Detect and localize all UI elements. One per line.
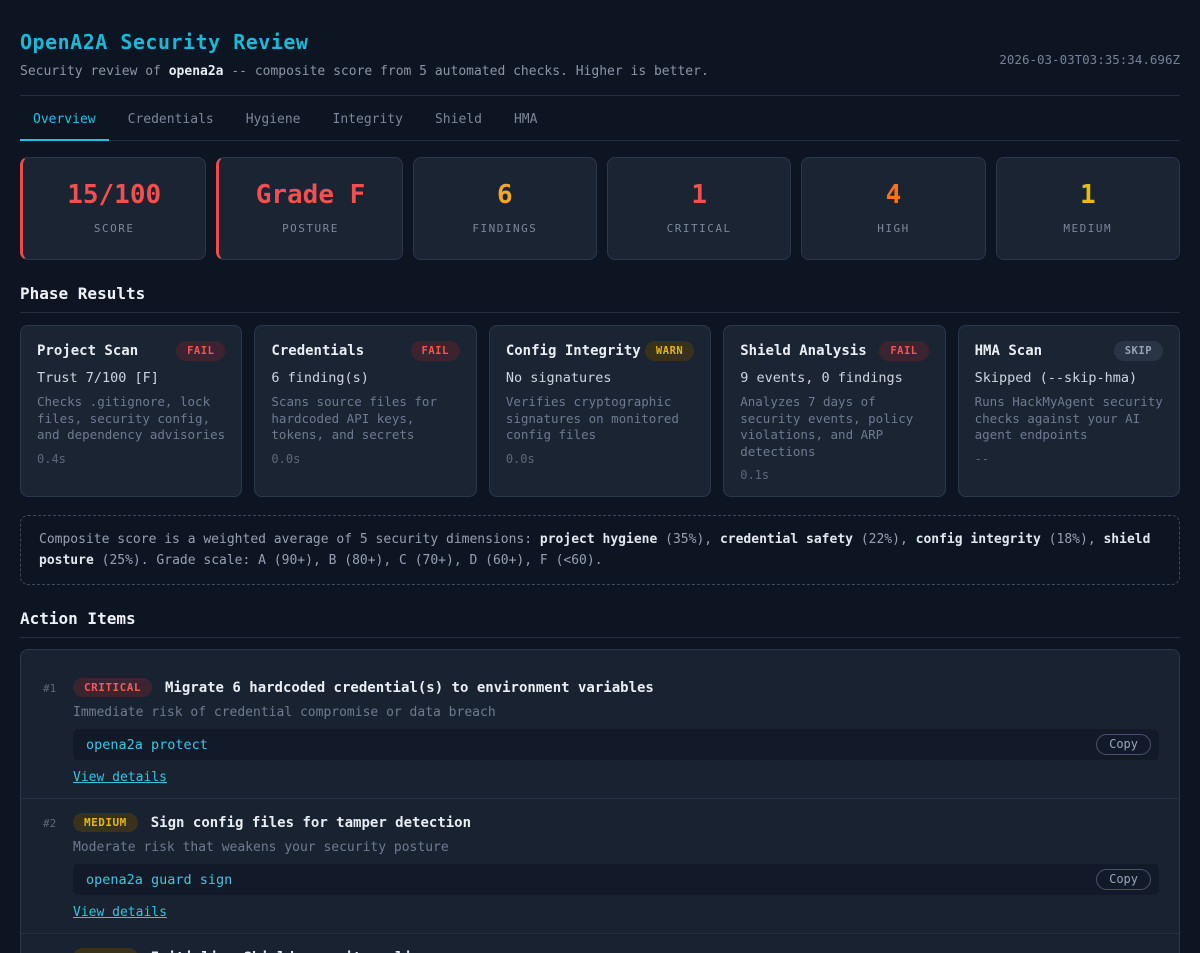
critical-card: 1 CRITICAL <box>607 157 791 260</box>
tab-credentials[interactable]: Credentials <box>115 96 227 141</box>
action-item-1: #1 CRITICAL Migrate 6 hardcoded credenti… <box>21 664 1179 798</box>
subtitle-prefix: Security review of <box>20 64 169 79</box>
view-details-link[interactable]: View details <box>73 770 167 785</box>
phase-value: 6 finding(s) <box>271 370 459 386</box>
phase-duration: 0.4s <box>37 452 225 466</box>
high-card: 4 HIGH <box>801 157 985 260</box>
phase-card-hma-scan: HMA Scan SKIP Skipped (--skip-hma) Runs … <box>958 325 1180 497</box>
phase-value: 9 events, 0 findings <box>740 370 928 386</box>
findings-value: 6 <box>424 180 586 210</box>
summary-cards-row: 15/100 SCORE Grade F POSTURE 6 FINDINGS … <box>20 157 1180 260</box>
header-text: OpenA2A Security Review Security review … <box>20 30 709 79</box>
posture-label: POSTURE <box>229 222 391 235</box>
status-badge: SKIP <box>1114 341 1163 361</box>
command-box: opena2a guard sign Copy <box>73 864 1159 895</box>
status-badge: FAIL <box>879 341 928 361</box>
subtitle-target-name: opena2a <box>169 64 224 79</box>
severity-badge: MEDIUM <box>73 948 138 953</box>
copy-button[interactable]: Copy <box>1096 869 1151 890</box>
phase-card-shield-analysis: Shield Analysis FAIL 9 events, 0 finding… <box>723 325 945 497</box>
action-items-panel: #1 CRITICAL Migrate 6 hardcoded credenti… <box>20 649 1180 953</box>
phase-value: Skipped (--skip-hma) <box>975 370 1163 386</box>
phase-results-heading: Phase Results <box>20 284 1180 313</box>
phase-value: No signatures <box>506 370 694 386</box>
posture-value: Grade F <box>229 180 391 210</box>
status-badge: WARN <box>645 341 694 361</box>
note-bold-credential: credential safety <box>720 532 853 547</box>
score-card: 15/100 SCORE <box>20 157 206 260</box>
tab-bar: Overview Credentials Hygiene Integrity S… <box>20 96 1180 141</box>
high-label: HIGH <box>812 222 974 235</box>
score-label: SCORE <box>33 222 195 235</box>
command-box: opena2a protect Copy <box>73 729 1159 760</box>
phase-description: Runs HackMyAgent security checks against… <box>975 394 1163 444</box>
score-value: 15/100 <box>33 180 195 210</box>
findings-card: 6 FINDINGS <box>413 157 597 260</box>
command-text: opena2a guard sign <box>86 872 232 888</box>
action-item-title: Initialize Shield security policy <box>151 950 429 953</box>
critical-value: 1 <box>618 180 780 210</box>
phase-title: Config Integrity <box>506 343 641 359</box>
note-text: (18%), <box>1041 532 1104 547</box>
phase-card-credentials: Credentials FAIL 6 finding(s) Scans sour… <box>254 325 476 497</box>
view-details-link[interactable]: View details <box>73 905 167 920</box>
command-text: opena2a protect <box>86 737 208 753</box>
phase-description: Analyzes 7 days of security events, poli… <box>740 394 928 460</box>
phase-title: Shield Analysis <box>740 343 866 359</box>
phase-card-project-scan: Project Scan FAIL Trust 7/100 [F] Checks… <box>20 325 242 497</box>
phase-description: Scans source files for hardcoded API key… <box>271 394 459 444</box>
tab-hygiene[interactable]: Hygiene <box>233 96 314 141</box>
copy-button[interactable]: Copy <box>1096 734 1151 755</box>
medium-label: MEDIUM <box>1007 222 1169 235</box>
status-badge: FAIL <box>176 341 225 361</box>
action-item-title: Migrate 6 hardcoded credential(s) to env… <box>165 680 654 696</box>
page-subtitle: Security review of opena2a -- composite … <box>20 64 709 79</box>
note-text: Composite score is a weighted average of… <box>39 532 540 547</box>
high-value: 4 <box>812 180 974 210</box>
note-text: (22%), <box>853 532 916 547</box>
medium-card: 1 MEDIUM <box>996 157 1180 260</box>
tab-hma[interactable]: HMA <box>501 96 550 141</box>
note-text: (35%), <box>657 532 720 547</box>
action-item-3: #3 MEDIUM Initialize Shield security pol… <box>21 933 1179 953</box>
action-items-heading: Action Items <box>20 609 1180 638</box>
action-item-2: #2 MEDIUM Sign config files for tamper d… <box>21 798 1179 933</box>
action-item-number: #1 <box>43 678 73 785</box>
note-text: (25%). Grade scale: A (90+), B (80+), C … <box>94 553 603 568</box>
subtitle-suffix: -- composite score from 5 automated chec… <box>224 64 709 79</box>
page-header: OpenA2A Security Review Security review … <box>20 0 1180 96</box>
phase-duration: 0.0s <box>271 452 459 466</box>
severity-badge: MEDIUM <box>73 813 138 832</box>
note-bold-config: config integrity <box>916 532 1041 547</box>
composite-score-note: Composite score is a weighted average of… <box>20 515 1180 585</box>
action-item-description: Immediate risk of credential compromise … <box>73 705 1159 720</box>
critical-label: CRITICAL <box>618 222 780 235</box>
status-badge: FAIL <box>411 341 460 361</box>
report-timestamp: 2026-03-03T03:35:34.696Z <box>999 52 1180 67</box>
action-item-description: Moderate risk that weakens your security… <box>73 840 1159 855</box>
action-item-title: Sign config files for tamper detection <box>151 815 471 831</box>
phase-duration: -- <box>975 452 1163 466</box>
phase-value: Trust 7/100 [F] <box>37 370 225 386</box>
note-bold-hygiene: project hygiene <box>540 532 657 547</box>
phase-title: Project Scan <box>37 343 138 359</box>
page-title: OpenA2A Security Review <box>20 30 709 54</box>
phase-duration: 0.0s <box>506 452 694 466</box>
phase-description: Checks .gitignore, lock files, security … <box>37 394 225 444</box>
phase-description: Verifies cryptographic signatures on mon… <box>506 394 694 444</box>
medium-value: 1 <box>1007 180 1169 210</box>
posture-card: Grade F POSTURE <box>216 157 402 260</box>
phase-cards-row: Project Scan FAIL Trust 7/100 [F] Checks… <box>20 325 1180 497</box>
action-item-number: #2 <box>43 813 73 920</box>
tab-integrity[interactable]: Integrity <box>320 96 416 141</box>
phase-title: Credentials <box>271 343 364 359</box>
phase-card-config-integrity: Config Integrity WARN No signatures Veri… <box>489 325 711 497</box>
tab-overview[interactable]: Overview <box>20 96 109 141</box>
phase-title: HMA Scan <box>975 343 1042 359</box>
severity-badge: CRITICAL <box>73 678 152 697</box>
action-item-number: #3 <box>43 948 73 953</box>
phase-duration: 0.1s <box>740 468 928 482</box>
tab-shield[interactable]: Shield <box>422 96 495 141</box>
findings-label: FINDINGS <box>424 222 586 235</box>
